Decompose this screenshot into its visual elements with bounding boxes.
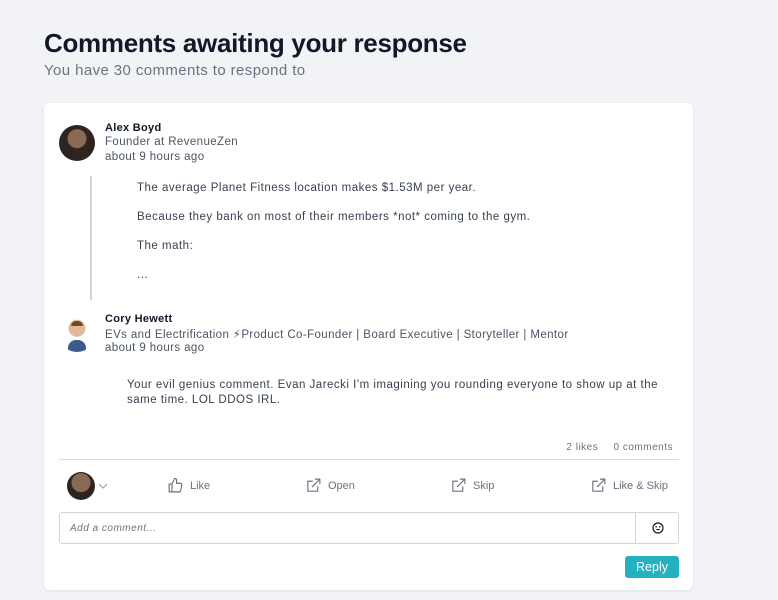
page-subtitle: You have 30 comments to respond to: [44, 62, 306, 79]
comment-author-avatar[interactable]: [59, 316, 95, 352]
comments-count: 0 comments: [613, 442, 673, 453]
comment-stats: 2 likes 0 comments: [554, 442, 673, 453]
comment-card: Alex Boyd Founder at RevenueZen about 9 …: [44, 103, 693, 590]
comment-timestamp: about 9 hours ago: [105, 342, 205, 354]
thumbs-up-icon: [168, 477, 183, 493]
open-label: Open: [328, 479, 355, 492]
skip-label: Skip: [473, 479, 495, 492]
post-line: Because they bank on most of their membe…: [137, 211, 531, 223]
comment-text: Your evil genius comment. Evan Jarecki I…: [127, 379, 659, 406]
divider: [59, 459, 679, 460]
post-author-headline: Founder at RevenueZen: [105, 136, 239, 148]
like-label: Like: [190, 479, 211, 492]
external-link-icon: [452, 478, 466, 492]
post-line: ...: [137, 269, 149, 281]
comment-author-name[interactable]: Cory Hewett: [105, 313, 172, 325]
comment-author-headline: EVs and Electrification ⚡Product Co-Foun…: [105, 329, 569, 341]
comment-input[interactable]: [60, 513, 635, 543]
post-author-avatar[interactable]: [59, 125, 95, 161]
comment-composer: [59, 512, 679, 544]
open-button[interactable]: Open: [305, 477, 355, 494]
emoji-button[interactable]: [636, 513, 679, 543]
external-link-icon: [307, 478, 321, 492]
like-and-skip-label: Like & Skip: [613, 479, 669, 492]
chevron-down-icon[interactable]: [98, 481, 108, 491]
page-title: Comments awaiting your response: [44, 28, 467, 58]
post-timestamp: about 9 hours ago: [105, 151, 205, 163]
quote-border: [90, 176, 92, 300]
post-line: The math:: [137, 240, 194, 252]
reply-button[interactable]: Reply: [625, 556, 679, 578]
smiley-icon: [651, 522, 664, 534]
current-user-avatar[interactable]: [67, 472, 95, 500]
skip-button[interactable]: Skip: [450, 477, 494, 494]
post-author-name[interactable]: Alex Boyd: [105, 122, 162, 134]
like-button[interactable]: Like: [167, 477, 210, 494]
like-and-skip-button[interactable]: Like & Skip: [590, 477, 668, 494]
post-line: The average Planet Fitness location make…: [137, 182, 477, 194]
external-link-icon: [592, 478, 606, 492]
likes-count: 2 likes: [566, 442, 599, 453]
